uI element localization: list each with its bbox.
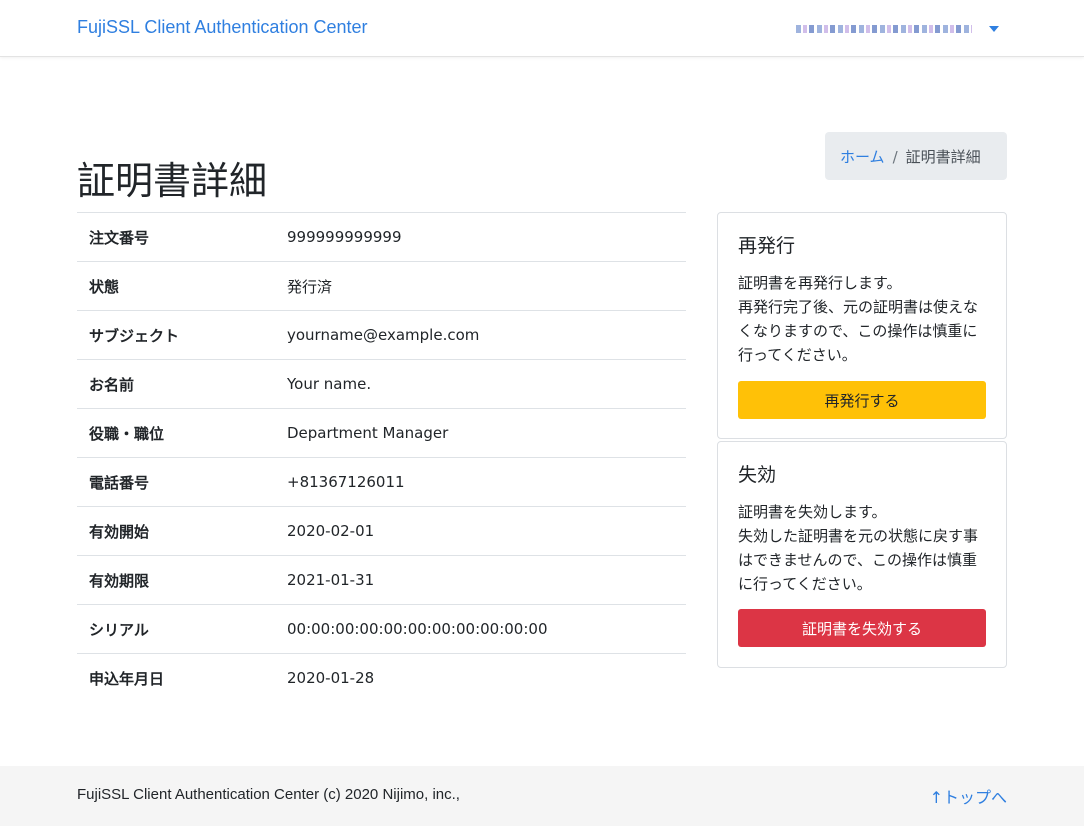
revoke-card: 失効 証明書を失効します。 失効した証明書を元の状態に戻す事はできませんので、こ… [717,441,1007,668]
detail-value: 2020-01-28 [275,653,686,703]
table-row: お名前 Your name. [77,359,686,409]
revoke-button[interactable]: 証明書を失効する [738,609,986,647]
detail-value: +81367126011 [275,457,686,507]
reissue-card: 再発行 証明書を再発行します。 再発行完了後、元の証明書は使えなくなりますので、… [717,212,1007,439]
detail-value: Your name. [275,359,686,409]
table-row: 申込年月日 2020-01-28 [77,653,686,703]
detail-value: Department Manager [275,408,686,458]
detail-label: 役職・職位 [77,408,275,458]
navbar: FujiSSL Client Authentication Center [0,0,1084,57]
revoke-description-line2: 失効した証明書を元の状態に戻す事はできませんので、この操作は慎重に行ってください… [738,527,979,593]
brand-link[interactable]: FujiSSL Client Authentication Center [77,17,368,38]
back-to-top-link[interactable]: ↑トップへ [930,784,1007,808]
detail-value: 発行済 [275,261,686,311]
footer-copyright: FujiSSL Client Authentication Center (c)… [77,786,460,803]
table-row: シリアル 00:00:00:00:00:00:00:00:00:00:00 [77,604,686,654]
breadcrumb: ホーム / 証明書詳細 [825,132,1007,180]
table-row: サブジェクト yourname@example.com [77,310,686,360]
detail-label: 電話番号 [77,457,275,507]
caret-down-icon [989,26,999,32]
detail-label: サブジェクト [77,310,275,360]
revoke-title: 失効 [738,464,777,486]
detail-label: 状態 [77,261,275,311]
breadcrumb-separator: / [892,148,898,166]
detail-label: 有効期限 [77,555,275,605]
reissue-title: 再発行 [738,235,796,257]
detail-label: 申込年月日 [77,653,275,703]
detail-label: シリアル [77,604,275,654]
detail-value: 999999999999 [275,212,686,262]
table-row: 役職・職位 Department Manager [77,408,686,458]
table-row: 有効開始 2020-02-01 [77,506,686,556]
breadcrumb-home-link[interactable]: ホーム [840,148,885,166]
table-row: 有効期限 2021-01-31 [77,555,686,605]
detail-value: 2021-01-31 [275,555,686,605]
user-menu-dropdown[interactable] [796,20,1006,38]
revoke-description-line1: 証明書を失効します。 [738,503,887,521]
revoke-description: 証明書を失効します。 失効した証明書を元の状態に戻す事はできませんので、この操作… [738,500,986,596]
reissue-button[interactable]: 再発行する [738,381,986,419]
table-row: 電話番号 +81367126011 [77,457,686,507]
detail-value: yourname@example.com [275,310,686,360]
detail-label: お名前 [77,359,275,409]
detail-label: 注文番号 [77,212,275,262]
user-name-redacted [796,25,972,33]
breadcrumb-current: 証明書詳細 [905,148,981,166]
certificate-detail-table: 注文番号 999999999999 状態 発行済 サブジェクト yourname… [77,212,686,703]
detail-value: 00:00:00:00:00:00:00:00:00:00:00 [275,604,686,654]
table-row: 状態 発行済 [77,261,686,311]
reissue-description: 証明書を再発行します。 再発行完了後、元の証明書は使えなくなりますので、この操作… [738,271,986,367]
table-row: 注文番号 999999999999 [77,212,686,262]
footer: FujiSSL Client Authentication Center (c)… [0,766,1084,826]
reissue-description-line2: 再発行完了後、元の証明書は使えなくなりますので、この操作は慎重に行ってください。 [738,298,979,364]
detail-value: 2020-02-01 [275,506,686,556]
page-title: 証明書詳細 [77,159,268,203]
reissue-description-line1: 証明書を再発行します。 [738,274,902,292]
detail-label: 有効開始 [77,506,275,556]
